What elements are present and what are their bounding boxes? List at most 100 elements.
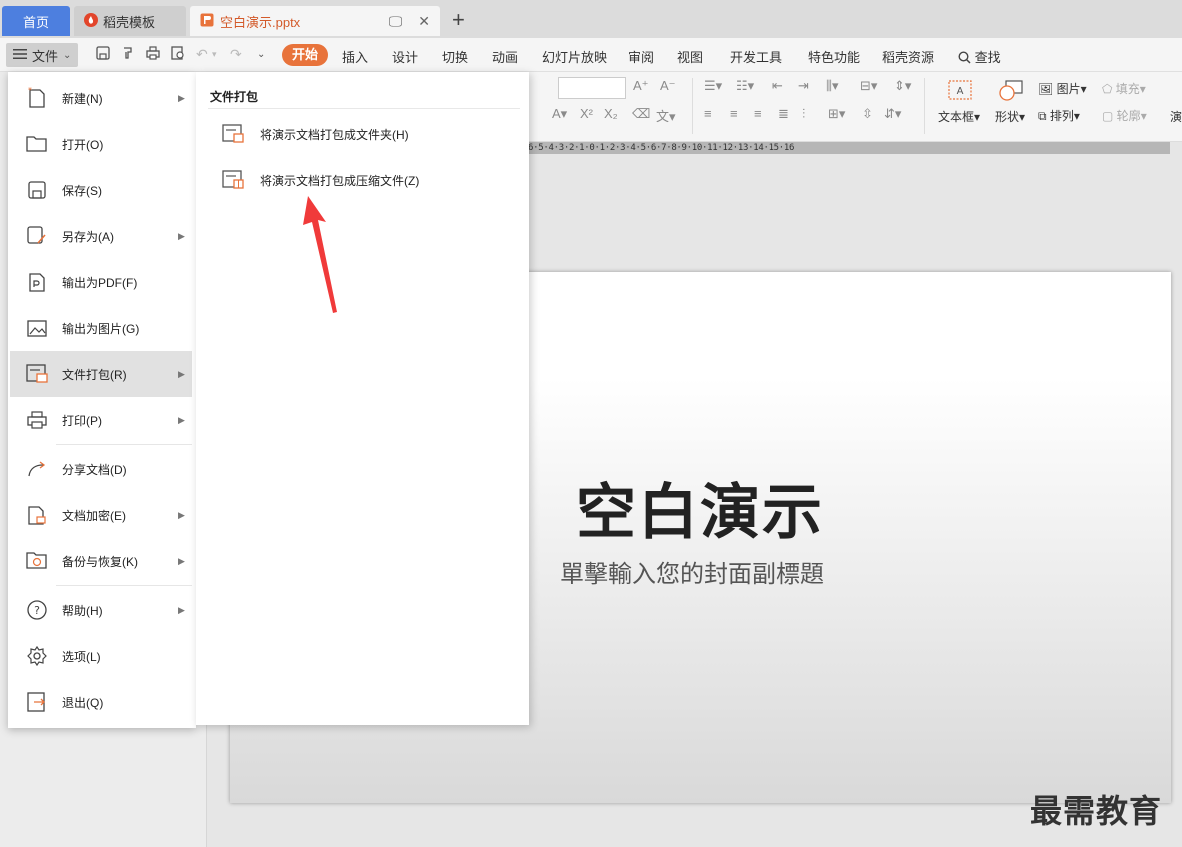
paragraph-spacing-icon[interactable]: ⇳ [862,106,873,122]
package-to-zip-item[interactable]: 将演示文档打包成压缩文件(Z) [220,165,510,195]
new-tab-plus-icon[interactable]: + [452,8,465,32]
tab-transition[interactable]: 切换 [442,47,468,66]
menu-item-backup[interactable]: 备份与恢复(K) ▶ [10,538,192,584]
package-submenu: 文件打包 将演示文档打包成文件夹(H) 将演示文档打包成压缩文件(Z) [196,72,529,725]
tab-developer[interactable]: 开发工具 [730,47,782,66]
format-painter-icon[interactable] [121,46,135,63]
help-icon: ? [24,598,50,622]
subscript-icon[interactable]: X₂ [604,106,618,121]
tab-docer-resources[interactable]: 稻壳资源 [882,47,934,66]
menu-item-label: 打印(P) [62,413,102,428]
tab-slideshow[interactable]: 幻灯片放映 [542,47,607,66]
tab-features[interactable]: 特色功能 [808,47,860,66]
slide-subtitle[interactable]: 單擊輸入您的封面副標題 [560,554,824,589]
tab-template[interactable]: 稻壳模板 [74,6,186,36]
menu-item-exit[interactable]: 退出(Q) [10,679,192,725]
textbox-label: 文本框 [938,110,975,124]
chevron-right-icon: ▶ [178,368,185,379]
menu-item-share[interactable]: 分享文档(D) [10,446,192,492]
undo-icon[interactable]: ↶ [196,46,208,63]
align-center-icon[interactable]: ≡ [730,106,738,121]
slide-title[interactable]: 空白演示 [576,464,824,551]
menu-item-export-pdf[interactable]: 输出为PDF(F) [10,259,192,305]
fill-button[interactable]: ⬠ 填充▾ [1102,80,1146,97]
print-preview-icon[interactable] [171,46,185,63]
tab-insert[interactable]: 插入 [342,47,368,66]
presentation-file-icon [200,13,214,30]
monitor-icon[interactable]: 🖵 [389,13,403,30]
undo-dropdown-icon[interactable]: ▾ [212,49,217,60]
align-right-icon[interactable]: ≡ [754,106,762,121]
textbox-button[interactable]: 文本框▾ [938,108,980,125]
phonetic-icon[interactable]: 文▾ [656,106,676,125]
menu-item-export-image[interactable]: 输出为图片(G) [10,305,192,351]
menu-item-options[interactable]: 选项(L) [10,633,192,679]
tab-review[interactable]: 审阅 [628,47,654,66]
tab-animation[interactable]: 动画 [492,47,518,66]
vertical-align-icon[interactable]: ⊞▾ [828,106,845,122]
decrease-indent-icon[interactable]: ⇤ [772,78,783,94]
file-menu-button[interactable]: 文件 ⌄ [6,43,78,67]
fill-label: 填充 [1115,82,1140,96]
submenu-separator [208,108,520,109]
new-file-icon: * [24,86,50,110]
tab-document[interactable]: 空白演示.pptx 🖵 ✕ [190,6,440,36]
close-icon[interactable]: ✕ [418,13,430,30]
menu-item-label: 打开(O) [62,137,104,152]
increase-indent-icon[interactable]: ⇥ [798,78,809,94]
columns-icon[interactable]: ⫼▾ [826,78,839,94]
picture-button[interactable]: 🖼 图片▾ [1038,80,1087,97]
menu-item-new[interactable]: * 新建(N) ▶ [10,75,192,121]
redo-icon[interactable]: ↷ [230,46,242,63]
picture-label: 图片 [1056,82,1081,96]
package-folder-icon [220,122,246,146]
font-grow-icon[interactable]: A⁺ [633,78,649,94]
font-color-icon[interactable]: A▾ [552,106,567,122]
line-spacing-icon[interactable]: ⇕▾ [894,78,911,94]
ribbon-divider [924,78,925,134]
image-export-icon [24,316,50,340]
save-icon[interactable] [96,46,110,63]
package-to-folder-item[interactable]: 将演示文档打包成文件夹(H) [220,119,510,149]
watermark-text: 最需教育 [1030,792,1163,830]
menu-item-label: 退出(Q) [62,695,104,710]
menu-item-save-as[interactable]: 另存为(A) ▶ [10,213,192,259]
menu-item-package[interactable]: 文件打包(R) ▶ [10,351,192,397]
svg-text:?: ? [34,604,40,617]
menu-item-open[interactable]: 打开(O) [10,121,192,167]
text-direction-icon[interactable]: ⊟▾ [860,78,877,94]
align-left-icon[interactable]: ≡ [704,106,712,121]
font-size-box[interactable] [558,77,626,99]
horizontal-ruler[interactable]: 6·5·4·3·2·1·0·1·2·3·4·5·6·7·8·9·10·11·12… [528,142,1170,154]
print-icon[interactable] [146,46,160,63]
paragraph-settings-icon[interactable]: ⇵▾ [884,106,901,122]
outline-label: 轮廓 [1116,109,1141,123]
bullet-list-icon[interactable]: ☰▾ [704,78,722,94]
textbox-icon[interactable]: A [948,80,972,103]
menu-item-print[interactable]: 打印(P) ▶ [10,397,192,443]
menu-item-save[interactable]: 保存(S) [10,167,192,213]
hamburger-icon [13,48,27,63]
search-button[interactable]: 查找 [958,47,1001,66]
tab-design[interactable]: 设计 [392,47,418,66]
shape-icon[interactable] [998,80,1024,105]
tab-home[interactable]: 首页 [2,6,70,36]
arrange-button[interactable]: ⧉ 排列▾ [1038,107,1080,124]
justify-icon[interactable]: ≣ [778,106,789,122]
svg-text:*: * [28,87,32,95]
quick-access-dropdown-icon[interactable]: ⌄ [257,49,265,60]
menu-item-encrypt[interactable]: 文档加密(E) ▶ [10,492,192,538]
distribute-icon[interactable]: ⫶ [802,106,805,122]
save-as-icon [24,224,50,248]
superscript-icon[interactable]: X² [580,106,593,121]
outline-button[interactable]: ▢ 轮廓▾ [1102,107,1147,124]
font-shrink-icon[interactable]: A⁻ [660,78,676,94]
number-list-icon[interactable]: ☷▾ [736,78,754,94]
menu-item-help[interactable]: ? 帮助(H) ▶ [10,587,192,633]
more-ribbon-button[interactable]: 演 [1170,108,1182,125]
chevron-right-icon: ▶ [178,414,185,425]
tab-start[interactable]: 开始 [282,44,329,66]
tab-view[interactable]: 视图 [677,47,703,66]
shape-button[interactable]: 形状▾ [995,108,1025,125]
eraser-icon[interactable]: ⌫ [632,106,650,122]
